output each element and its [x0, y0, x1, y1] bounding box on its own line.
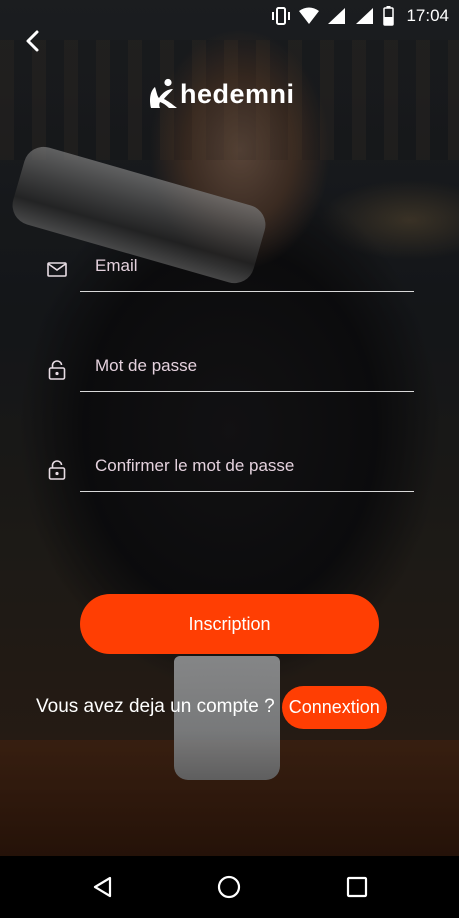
password-input[interactable] — [80, 340, 414, 392]
lock-open-icon — [48, 460, 66, 480]
khedemni-logo-mark — [150, 78, 177, 108]
login-prompt-row: Vous avez deja un compte ? Connextion — [36, 685, 387, 729]
nav-recents-button[interactable] — [342, 872, 372, 902]
lock-open-icon — [48, 360, 66, 380]
square-recents-icon — [346, 876, 368, 898]
wifi-icon — [299, 7, 320, 24]
nav-back-button[interactable] — [88, 872, 118, 902]
signup-screen: 17:04 hedemni Email Inscription Vous ave… — [0, 0, 459, 918]
status-bar: 17:04 — [0, 0, 459, 32]
signup-button[interactable]: Inscription — [80, 594, 379, 654]
login-button[interactable]: Connextion — [281, 685, 387, 729]
logo-text: hedemni — [180, 79, 295, 109]
back-button[interactable] — [18, 26, 48, 56]
status-icons: 17:04 — [271, 6, 449, 26]
confirm-password-input[interactable] — [80, 440, 414, 492]
triangle-back-icon — [93, 876, 112, 898]
email-input[interactable] — [80, 240, 414, 292]
nav-home-button[interactable] — [214, 872, 244, 902]
circle-home-icon — [217, 875, 241, 899]
password-field-group — [40, 340, 414, 400]
system-nav-bar — [0, 856, 459, 918]
email-field-group — [40, 240, 414, 300]
chevron-left-icon — [26, 30, 39, 52]
battery-icon — [383, 6, 395, 26]
vibrate-icon — [272, 7, 291, 25]
mail-icon — [47, 262, 67, 277]
confirm-password-field-group — [40, 440, 414, 500]
cell-signal-icon — [328, 8, 346, 24]
status-time: 17:04 — [406, 6, 449, 25]
app-logo: hedemni — [148, 78, 295, 110]
cell-signal-icon — [356, 8, 374, 24]
have-account-text: Vous avez deja un compte ? — [36, 696, 275, 717]
